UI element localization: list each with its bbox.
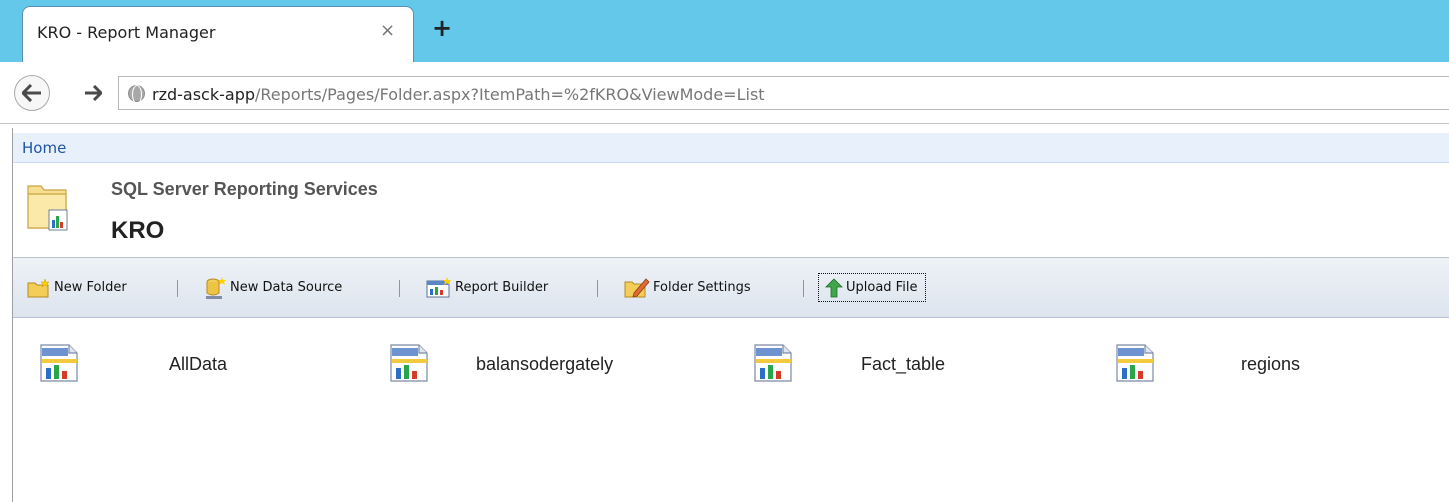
url-path: /Reports/Pages/Folder.aspx?ItemPath=%2fK… — [255, 85, 765, 104]
report-name[interactable]: balansodergately — [476, 354, 613, 375]
url-text: rzd-asck-app/Reports/Pages/Folder.aspx?I… — [152, 85, 765, 104]
forward-button[interactable] — [80, 80, 106, 106]
list-item[interactable]: regions — [1115, 343, 1355, 387]
report-name[interactable]: Fact_table — [861, 354, 945, 375]
report-icon — [40, 344, 78, 382]
folder-report-icon — [27, 185, 68, 231]
tab-close-icon[interactable]: × — [380, 20, 395, 41]
upload-file-label: Upload File — [846, 280, 918, 295]
globe-icon — [128, 85, 145, 104]
new-folder-button[interactable]: New Folder — [27, 273, 127, 302]
forward-arrow-icon — [85, 85, 102, 101]
new-data-source-icon — [206, 276, 226, 299]
upload-arrow-icon — [825, 277, 843, 297]
report-builder-icon — [426, 276, 451, 297]
folder-toolbar: New Folder New Data Source Report Builde… — [13, 257, 1449, 318]
upload-file-button[interactable]: Upload File — [818, 273, 927, 302]
folder-settings-label: Folder Settings — [653, 280, 751, 295]
browser-tab[interactable]: KRO - Report Manager × — [22, 6, 414, 63]
report-icon — [390, 344, 428, 382]
new-data-source-button[interactable]: New Data Source — [203, 273, 342, 302]
toolbar-divider — [597, 280, 598, 297]
report-builder-label: Report Builder — [455, 280, 549, 295]
toolbar-divider — [399, 280, 400, 297]
new-folder-icon — [27, 277, 50, 297]
list-item[interactable]: AllData — [39, 343, 299, 387]
new-folder-label: New Folder — [54, 280, 127, 295]
report-builder-button[interactable]: Report Builder — [426, 273, 548, 302]
toolbar-divider — [803, 280, 804, 297]
list-item[interactable]: Fact_table — [753, 343, 1013, 387]
toolbar-divider — [177, 280, 178, 297]
report-icon — [1116, 344, 1154, 382]
url-host: rzd-asck-app — [152, 85, 255, 104]
page-title: KRO — [111, 217, 165, 244]
report-manager-page: Home SQL Server Reporting Services KRO N… — [12, 128, 1449, 502]
folder-settings-button[interactable]: Folder Settings — [624, 273, 751, 302]
breadcrumb: Home — [13, 133, 1449, 163]
tab-title: KRO - Report Manager — [37, 23, 216, 42]
report-name[interactable]: AllData — [169, 354, 227, 375]
address-bar[interactable]: rzd-asck-app/Reports/Pages/Folder.aspx?I… — [118, 76, 1449, 110]
report-name[interactable]: regions — [1241, 354, 1300, 375]
browser-nav-bar: rzd-asck-app/Reports/Pages/Folder.aspx?I… — [0, 62, 1449, 124]
breadcrumb-home-link[interactable]: Home — [22, 139, 66, 157]
back-arrow-icon — [22, 84, 41, 102]
new-data-source-label: New Data Source — [230, 280, 343, 295]
app-title: SQL Server Reporting Services — [111, 179, 378, 199]
report-icon — [754, 344, 792, 382]
folder-settings-icon — [624, 277, 650, 298]
new-tab-icon[interactable]: + — [432, 14, 452, 42]
back-button[interactable] — [14, 75, 50, 111]
list-item[interactable]: balansodergately — [389, 343, 689, 387]
browser-tab-strip: KRO - Report Manager × + — [0, 0, 1449, 63]
